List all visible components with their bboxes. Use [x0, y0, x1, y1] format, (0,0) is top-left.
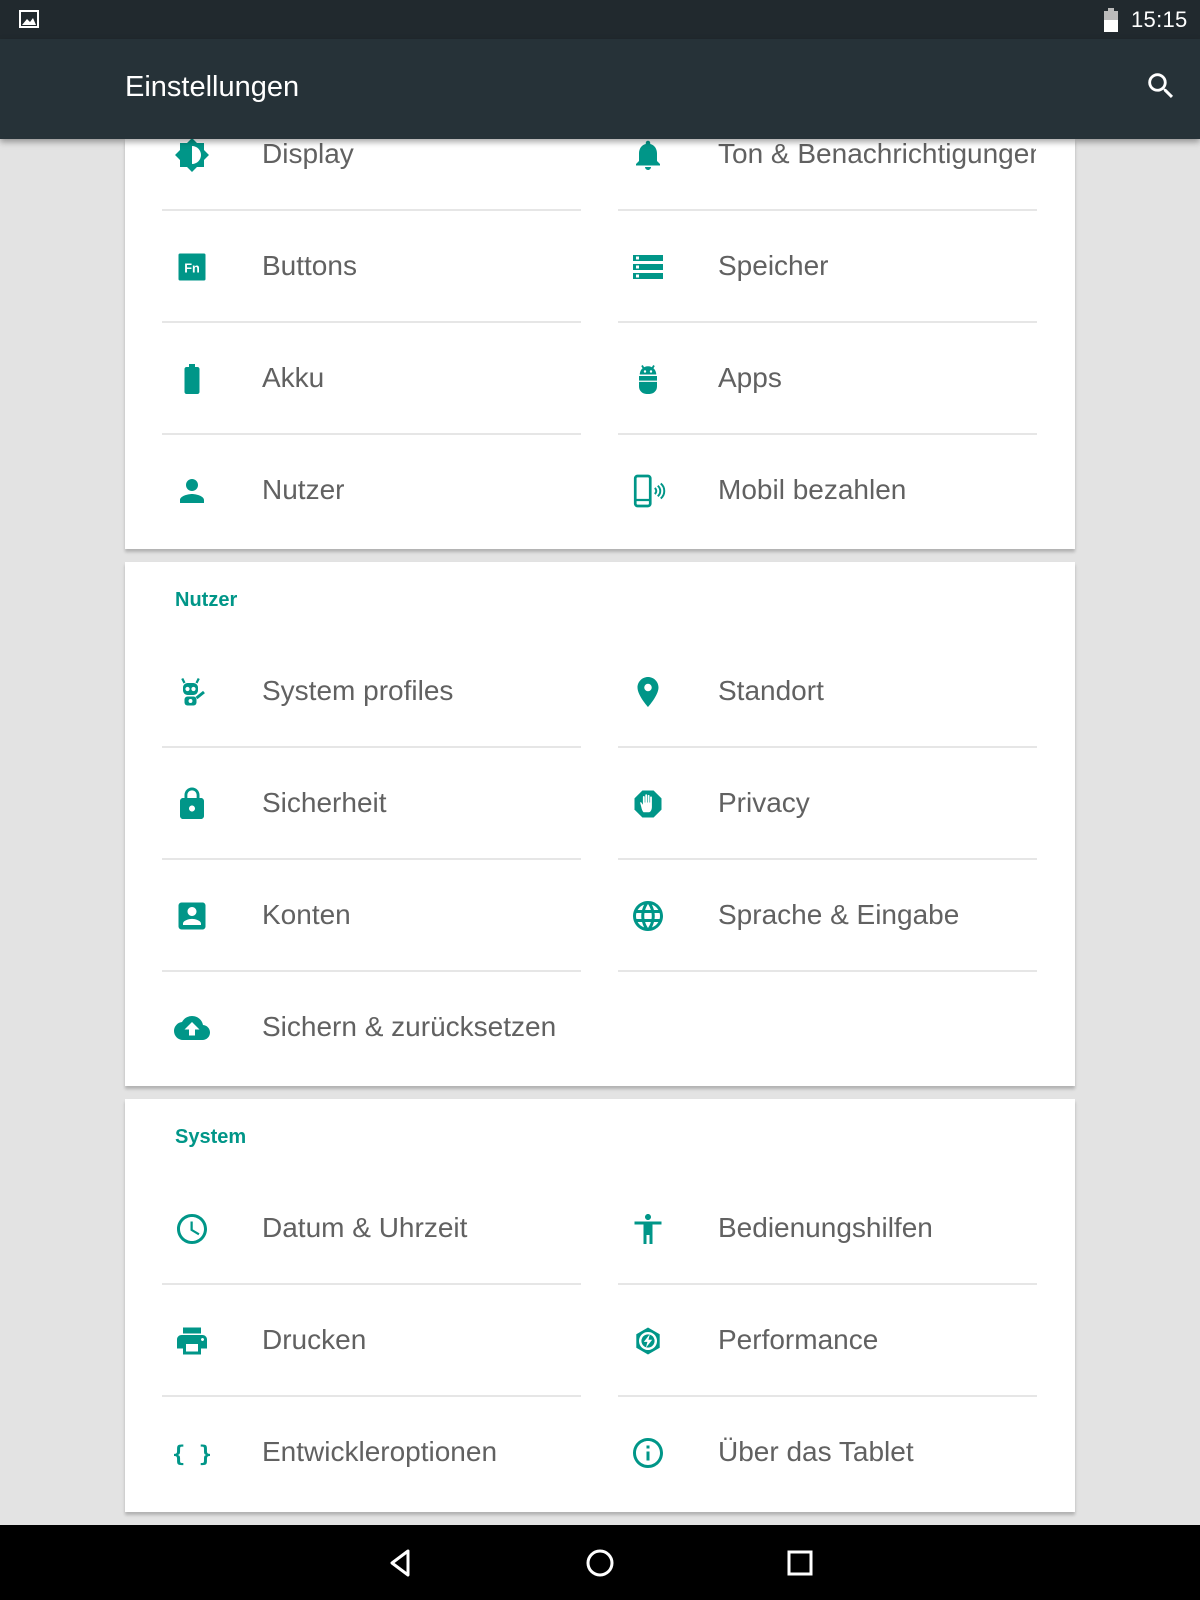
setting-item-performance[interactable]: Performance [618, 1285, 1037, 1397]
setting-item-developer-options[interactable]: { } Entwickleroptionen [162, 1397, 581, 1509]
cloud-upload-icon [174, 1010, 210, 1046]
setting-label: Ton & Benachrichtigungen [718, 138, 1036, 169]
setting-label: Display [262, 138, 354, 169]
search-icon[interactable] [1144, 69, 1178, 103]
page-title: Einstellungen [125, 71, 300, 103]
info-icon [630, 1435, 666, 1471]
storage-icon [630, 249, 666, 285]
setting-label: Sprache & Eingabe [718, 899, 960, 930]
accessibility-icon [630, 1211, 666, 1247]
setting-item-accessibility[interactable]: Bedienungshilfen [618, 1173, 1037, 1285]
brightness-icon [174, 137, 210, 173]
svg-text:{ }: { } [174, 1441, 210, 1467]
settings-card-nutzer: Nutzer System profiles Standort Sicherhe… [125, 562, 1075, 1086]
setting-item-language-input[interactable]: Sprache & Eingabe [618, 860, 1037, 972]
settings-card-device: Display Ton & Benachrichtigungen Fn Butt… [125, 137, 1075, 549]
lock-icon [174, 786, 210, 822]
setting-label: Datum & Uhrzeit [262, 1212, 468, 1243]
section-title-nutzer: Nutzer [175, 589, 238, 611]
setting-label: Drucken [262, 1324, 367, 1355]
bell-icon [630, 137, 666, 173]
setting-label: Standort [718, 675, 824, 706]
setting-label: Bedienungshilfen [718, 1212, 933, 1243]
setting-label: Privacy [718, 787, 810, 818]
tap-pay-icon [630, 473, 666, 509]
setting-label: Speicher [718, 250, 829, 281]
clock-icon [174, 1211, 210, 1247]
braces-icon: { } [174, 1435, 210, 1471]
image-notification-icon [19, 10, 39, 28]
printer-icon [174, 1323, 210, 1359]
privacy-hand-icon [630, 786, 666, 822]
setting-label: Buttons [262, 250, 357, 281]
setting-item-users[interactable]: Nutzer [162, 435, 581, 547]
section-title-system: System [175, 1126, 247, 1148]
setting-item-backup-reset[interactable]: Sichern & zurücksetzen [162, 972, 581, 1084]
divider [618, 970, 1037, 972]
setting-item-mobile-pay[interactable]: Mobil bezahlen [618, 435, 1037, 547]
setting-item-battery[interactable]: Akku [162, 323, 581, 435]
setting-label: Konten [262, 899, 351, 930]
battery-icon [174, 361, 210, 397]
android-icon [630, 361, 666, 397]
setting-label: Apps [718, 362, 782, 393]
setting-label: Nutzer [262, 474, 345, 505]
setting-label: Sichern & zurücksetzen [262, 1011, 557, 1042]
location-pin-icon [630, 674, 666, 710]
setting-item-accounts[interactable]: Konten [162, 860, 581, 972]
setting-label: Sicherheit [262, 787, 387, 818]
globe-icon [630, 898, 666, 934]
app-bar: Einstellungen [0, 39, 1200, 139]
status-clock: 15:15 [1131, 7, 1188, 32]
setting-item-date-time[interactable]: Datum & Uhrzeit [162, 1173, 581, 1285]
setting-item-about-tablet[interactable]: Über das Tablet [618, 1397, 1037, 1509]
back-icon[interactable] [380, 1543, 420, 1583]
recents-icon[interactable] [780, 1543, 820, 1583]
setting-item-location[interactable]: Standort [618, 636, 1037, 748]
navigation-bar [0, 1525, 1200, 1600]
setting-label: Performance [718, 1324, 879, 1355]
status-bar: 15:15 [0, 0, 1200, 39]
setting-label: Über das Tablet [718, 1436, 914, 1467]
profiles-icon [174, 674, 210, 710]
home-icon[interactable] [580, 1543, 620, 1583]
performance-icon [630, 1323, 666, 1359]
fn-key-icon: Fn [174, 249, 210, 285]
setting-label: System profiles [262, 675, 454, 706]
setting-label: Akku [262, 362, 325, 393]
setting-item-privacy[interactable]: Privacy [618, 748, 1037, 860]
battery-status-icon [1104, 8, 1118, 32]
person-icon [174, 473, 210, 509]
setting-label: Entwickleroptionen [262, 1436, 498, 1467]
setting-item-security[interactable]: Sicherheit [162, 748, 581, 860]
setting-item-storage[interactable]: Speicher [618, 211, 1037, 323]
setting-label: Mobil bezahlen [718, 474, 907, 505]
setting-item-system-profiles[interactable]: System profiles [162, 636, 581, 748]
svg-text:Fn: Fn [184, 260, 200, 275]
account-box-icon [174, 898, 210, 934]
setting-item-apps[interactable]: Apps [618, 323, 1037, 435]
setting-item-buttons[interactable]: Fn Buttons [162, 211, 581, 323]
setting-item-printing[interactable]: Drucken [162, 1285, 581, 1397]
settings-card-system: System Datum & Uhrzeit Bedienungshilfen … [125, 1099, 1075, 1512]
